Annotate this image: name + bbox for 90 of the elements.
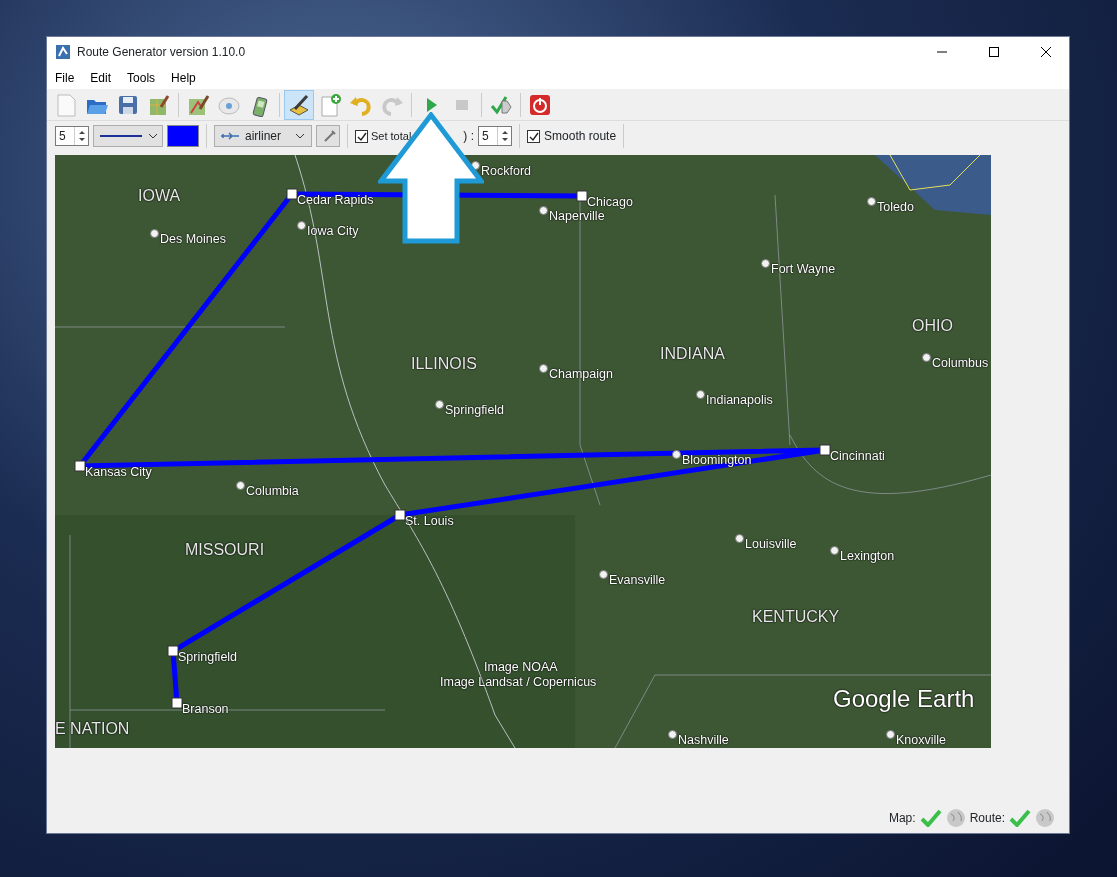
city-label: Springfield xyxy=(445,402,505,419)
waypoint-marker[interactable] xyxy=(167,645,179,657)
city-dot-icon xyxy=(471,161,480,170)
state-label: MISSOURI xyxy=(185,540,265,560)
window-title: Route Generator version 1.10.0 xyxy=(77,44,247,61)
state-label: INDIANA xyxy=(660,344,725,364)
waypoint-marker[interactable] xyxy=(74,460,86,472)
power-icon xyxy=(528,92,552,117)
status-label: Route: xyxy=(969,810,1005,827)
waypoint-label: Kansas City xyxy=(85,464,152,481)
city-label: Iowa City xyxy=(307,223,359,240)
city-label: Bloomington xyxy=(682,452,752,469)
color-swatch[interactable] xyxy=(167,125,199,147)
city-dot-icon xyxy=(761,259,770,268)
checkbox-label: Smooth route xyxy=(544,128,617,145)
pen-drawing-icon xyxy=(287,92,311,117)
city-label: Naperville xyxy=(549,209,605,225)
imagery-credit: Image Landsat / Copernicus xyxy=(440,674,597,691)
waypoint-marker[interactable] xyxy=(819,444,831,456)
city-label: Fort Wayne xyxy=(771,261,836,278)
city-dot-icon xyxy=(150,229,159,238)
city-dot-icon xyxy=(435,400,444,409)
city-label: Columbus xyxy=(932,355,989,372)
wrench-icon xyxy=(323,129,337,143)
city-dot-icon xyxy=(922,353,931,362)
city-dot-icon xyxy=(539,364,548,373)
checkbox-label: ) : xyxy=(463,128,475,145)
city-label: Champaign xyxy=(549,366,613,383)
close-icon[interactable] xyxy=(1040,46,1052,58)
city-dot-icon xyxy=(672,450,681,459)
settings-button[interactable] xyxy=(316,125,340,147)
toolbar-button[interactable] xyxy=(284,89,314,120)
waypoint-marker[interactable] xyxy=(286,188,298,200)
globe-icon xyxy=(1035,808,1055,828)
menu-item[interactable]: Tools xyxy=(119,68,164,88)
city-dot-icon xyxy=(599,570,608,579)
waypoint-label: Springfield xyxy=(178,649,238,666)
waypoint-label: Branson xyxy=(182,701,229,718)
menu-item[interactable]: File xyxy=(47,68,83,88)
waypoint-label: Cedar Rapids xyxy=(297,192,374,209)
checkbox[interactable] xyxy=(355,129,368,143)
maximize-icon[interactable] xyxy=(988,46,1000,58)
city-label: Rockford xyxy=(481,163,532,180)
line-style-dropdown[interactable] xyxy=(93,125,163,147)
map-logo-text: Google Earth xyxy=(833,684,975,714)
city-label: Indianapolis xyxy=(706,392,773,409)
state-label: ILLINOIS xyxy=(411,354,477,374)
add-page-icon xyxy=(318,92,342,117)
waypoint-marker[interactable] xyxy=(394,509,406,521)
city-label: Knoxville xyxy=(896,732,947,748)
city-dot-icon xyxy=(886,730,895,739)
line-style-icon xyxy=(100,134,142,138)
caret-icon xyxy=(295,133,305,139)
imagery-credit: Image NOAA xyxy=(484,659,558,676)
checkbox-label: Set total xyxy=(371,128,412,144)
app-logo-icon xyxy=(55,44,71,60)
state-label: E NATION xyxy=(55,719,130,739)
city-label: Toledo xyxy=(877,199,914,216)
waypoint-label: St. Louis xyxy=(405,513,454,530)
city-dot-icon xyxy=(668,730,677,739)
caret-icon xyxy=(148,133,158,139)
city-label: Columbia xyxy=(246,483,299,500)
globe-icon xyxy=(945,808,966,828)
city-dot-icon xyxy=(236,481,245,490)
city-label: Nashville xyxy=(678,732,729,748)
new-file-icon xyxy=(54,92,78,117)
menu-item[interactable]: Edit xyxy=(82,68,120,88)
city-dot-icon xyxy=(867,197,876,206)
city-label: Des Moines xyxy=(160,231,226,248)
city-label: Lexington xyxy=(840,548,895,565)
state-label: OHIO xyxy=(912,316,953,336)
width-spinbox[interactable]: 5 xyxy=(55,126,89,146)
city-dot-icon xyxy=(696,390,705,399)
state-label: IOWA xyxy=(138,186,181,206)
city-dot-icon xyxy=(830,546,839,555)
city-label: Louisville xyxy=(745,536,797,553)
checkbox[interactable] xyxy=(527,129,541,143)
waypoint-marker[interactable] xyxy=(171,697,183,709)
city-label: Evansville xyxy=(609,572,666,589)
status-label: Map: xyxy=(888,810,916,827)
total-spinbox[interactable]: 5 xyxy=(478,126,513,146)
city-dot-icon xyxy=(539,206,548,215)
waypoint-label: Chicago xyxy=(587,194,633,211)
waypoint-label: Cincinnati xyxy=(830,448,885,465)
vehicle-dropdown[interactable]: airliner xyxy=(214,125,312,147)
city-dot-icon xyxy=(297,221,306,230)
waypoint-marker[interactable] xyxy=(576,190,588,202)
city-dot-icon xyxy=(735,534,744,543)
state-label: KENTUCKY xyxy=(752,607,840,627)
menu-item[interactable]: Help xyxy=(163,68,204,88)
